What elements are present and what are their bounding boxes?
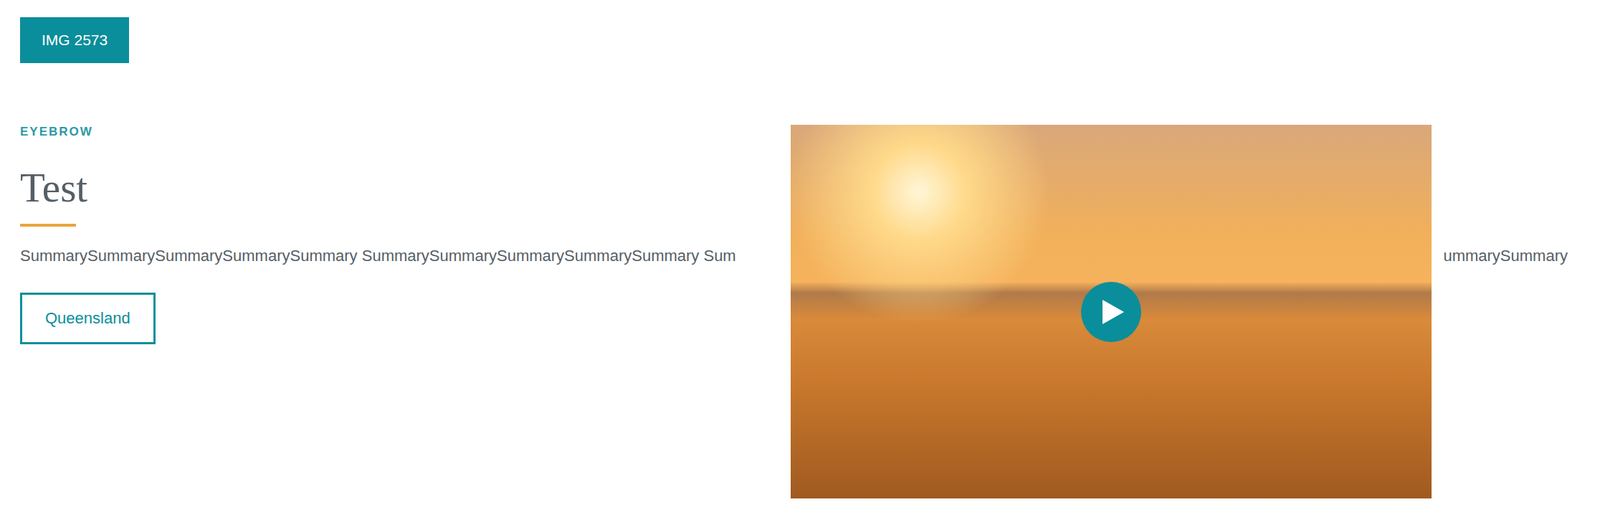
play-icon xyxy=(1102,299,1125,325)
page: IMG 2573 EYEBROWTestSummarySummarySummary… xyxy=(0,0,1600,508)
play-button[interactable] xyxy=(1081,281,1142,342)
video[interactable] xyxy=(790,124,1432,499)
summary-text: SummarySummarySummarySummarySummary Summ… xyxy=(20,245,737,267)
tag-button[interactable]: Queensland xyxy=(20,292,156,345)
summary-text: ummarySummary xyxy=(1443,245,1568,267)
image-button[interactable]: IMG 2573 xyxy=(20,17,130,64)
hero-section: EYEBROWTestSummarySummarySummarySummaryS… xyxy=(20,124,1568,499)
title-rule xyxy=(20,223,76,227)
